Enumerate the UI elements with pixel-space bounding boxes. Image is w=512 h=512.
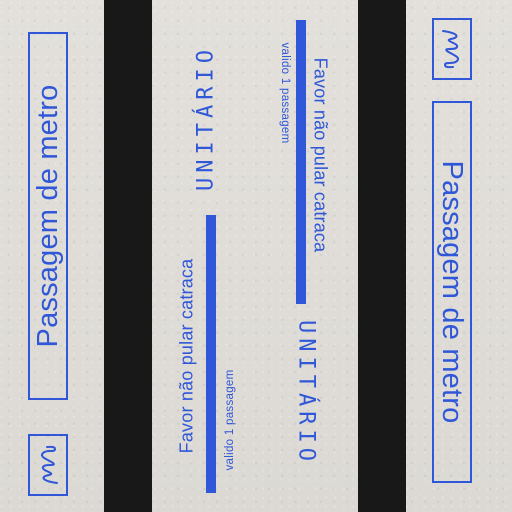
black-stripe-left	[104, 0, 152, 512]
unit-label-left: UNITÁRIO	[193, 45, 219, 191]
title-text-left: Passagem de metro	[31, 84, 64, 348]
warning-text-right: Favor não pular catraca	[310, 57, 331, 253]
unit-label-right: UNITÁRIO	[293, 320, 319, 466]
logo-box-left	[28, 434, 68, 496]
metro-logo-icon	[33, 443, 63, 487]
blue-bar-right	[296, 20, 306, 304]
metro-logo-icon	[437, 27, 467, 71]
validity-text-left: valido 1 passagem	[224, 369, 236, 471]
title-box-right: Passagem de metro	[432, 101, 472, 483]
black-stripe-right	[358, 0, 406, 512]
validity-text-right: valido 1 passagem	[279, 42, 291, 144]
logo-box-right	[432, 18, 472, 80]
blue-bar-left	[206, 215, 216, 493]
warning-text-left: Favor não pular catraca	[176, 258, 197, 454]
title-box-left: Passagem de metro	[28, 32, 68, 400]
title-text-right: Passagem de metro	[436, 160, 469, 424]
